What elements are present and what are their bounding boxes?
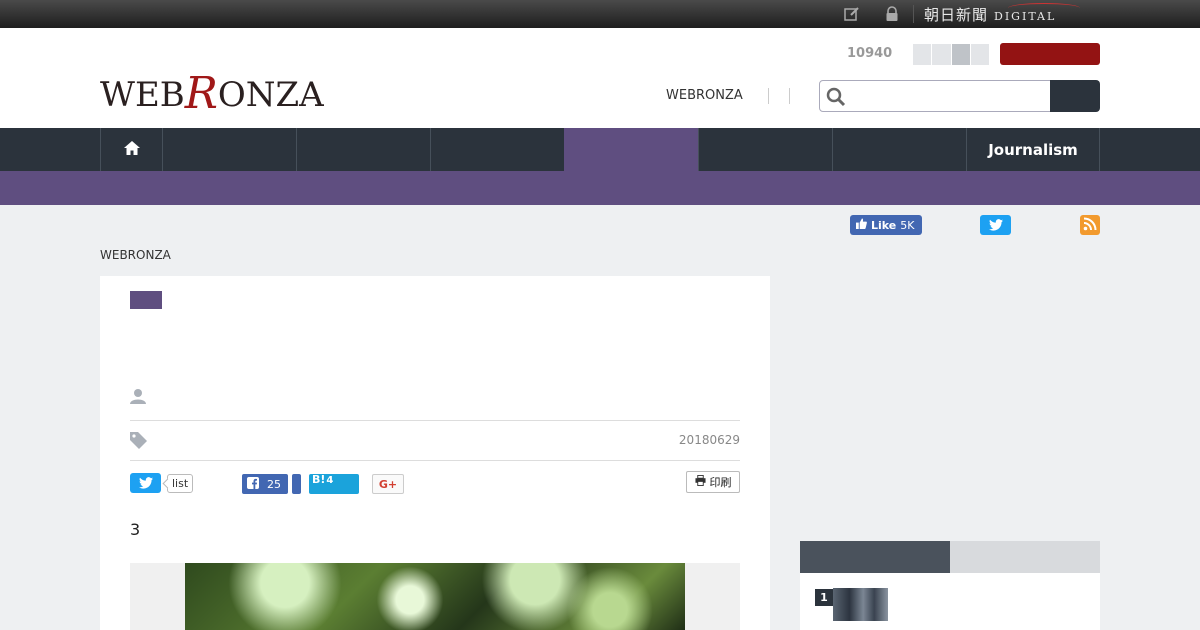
nav-item[interactable] bbox=[162, 128, 296, 171]
twitter-list-bubble[interactable]: list bbox=[167, 474, 194, 493]
category-badge[interactable] bbox=[130, 291, 162, 309]
nav-item-active[interactable] bbox=[564, 128, 698, 171]
ranking-thumbnail[interactable] bbox=[833, 588, 888, 621]
printer-icon bbox=[694, 475, 706, 489]
ranking-tab[interactable] bbox=[950, 541, 1100, 573]
ranking-tabs bbox=[800, 541, 1100, 573]
twitter-icon bbox=[988, 216, 1003, 235]
article-body-text: 3 bbox=[130, 520, 141, 539]
nav-item[interactable] bbox=[832, 128, 966, 171]
ranking-list: 1 bbox=[800, 573, 1100, 630]
twitter-icon bbox=[138, 474, 153, 493]
divider bbox=[130, 460, 740, 461]
divider bbox=[130, 420, 740, 421]
hatena-label: B! bbox=[312, 473, 326, 486]
nav-item-journalism[interactable]: Journalism bbox=[966, 128, 1100, 171]
google-plus-button[interactable]: G+ bbox=[372, 474, 404, 494]
article-photo[interactable] bbox=[185, 563, 685, 630]
article-photo-frame bbox=[130, 563, 740, 630]
header-nav-divider bbox=[768, 88, 769, 104]
nav-item[interactable] bbox=[296, 128, 430, 171]
thumbs-up-icon bbox=[856, 218, 867, 232]
brand-arc bbox=[1008, 3, 1080, 13]
webronza-logo[interactable]: WEBRONZA bbox=[100, 66, 324, 119]
rss-button[interactable] bbox=[1080, 215, 1100, 235]
nav-item[interactable] bbox=[430, 128, 564, 171]
login-button[interactable] bbox=[1000, 43, 1100, 65]
author-icon bbox=[130, 388, 146, 404]
print-button[interactable]: 印刷 bbox=[686, 471, 740, 493]
lock-icon[interactable] bbox=[884, 6, 900, 22]
font-size-xlarge[interactable] bbox=[970, 44, 990, 65]
site-header: WEBRONZA 10940 WEBRONZA bbox=[0, 28, 1200, 128]
article-card: 20180629 list 25 B!4 G+ 印刷 3 bbox=[100, 276, 770, 630]
sub-nav-bar bbox=[0, 171, 1200, 205]
nav-journalism-label: Journalism bbox=[988, 140, 1078, 159]
topbar-divider bbox=[913, 5, 914, 23]
fb-like-count: 5K bbox=[900, 218, 915, 232]
twitter-follow-button[interactable] bbox=[980, 215, 1011, 235]
header-nav-divider bbox=[789, 88, 790, 104]
search-input[interactable] bbox=[819, 80, 1051, 112]
facebook-like-button[interactable]: Like 5K bbox=[850, 215, 922, 235]
hatena-bookmark-button[interactable]: B!4 bbox=[309, 474, 359, 494]
tag-icon bbox=[130, 432, 147, 449]
ranking-tab-active[interactable] bbox=[800, 541, 950, 573]
search-icon bbox=[826, 87, 846, 107]
home-icon bbox=[123, 140, 140, 159]
nav-item[interactable] bbox=[698, 128, 832, 171]
print-label: 印刷 bbox=[709, 476, 732, 489]
rank-number: 1 bbox=[815, 589, 833, 606]
gplus-label: G+ bbox=[378, 477, 398, 491]
logo-text-r: R bbox=[184, 68, 218, 119]
font-size-selector bbox=[913, 44, 990, 65]
fb-share-count: 25 bbox=[267, 477, 281, 491]
search-button[interactable] bbox=[1050, 80, 1100, 112]
hatena-count: 4 bbox=[326, 475, 334, 486]
font-size-large[interactable] bbox=[951, 44, 971, 65]
twitter-share-button[interactable] bbox=[130, 473, 161, 493]
top-bar: 朝日新聞 DIGITAL bbox=[0, 0, 1200, 28]
header-nav-webronza[interactable]: WEBRONZA bbox=[666, 88, 743, 103]
brand-jp: 朝日新聞 bbox=[924, 6, 989, 24]
breadcrumb[interactable]: WEBRONZA bbox=[100, 248, 171, 262]
facebook-icon bbox=[247, 476, 259, 492]
main-nav: Journalism bbox=[0, 128, 1200, 171]
member-counter: 10940 bbox=[847, 46, 893, 61]
rss-icon bbox=[1083, 216, 1097, 235]
nav-home[interactable] bbox=[100, 128, 162, 171]
logo-text-2: ONZA bbox=[217, 75, 324, 115]
facebook-share-button[interactable]: 25 bbox=[242, 474, 288, 494]
font-size-small[interactable] bbox=[913, 44, 933, 65]
font-size-medium[interactable] bbox=[932, 44, 952, 65]
logo-text-1: WEB bbox=[100, 75, 185, 115]
edit-icon[interactable] bbox=[844, 6, 860, 22]
facebook-share-secondary[interactable] bbox=[292, 474, 301, 494]
fb-like-label: Like bbox=[871, 218, 897, 232]
publish-date: 20180629 bbox=[678, 433, 740, 447]
